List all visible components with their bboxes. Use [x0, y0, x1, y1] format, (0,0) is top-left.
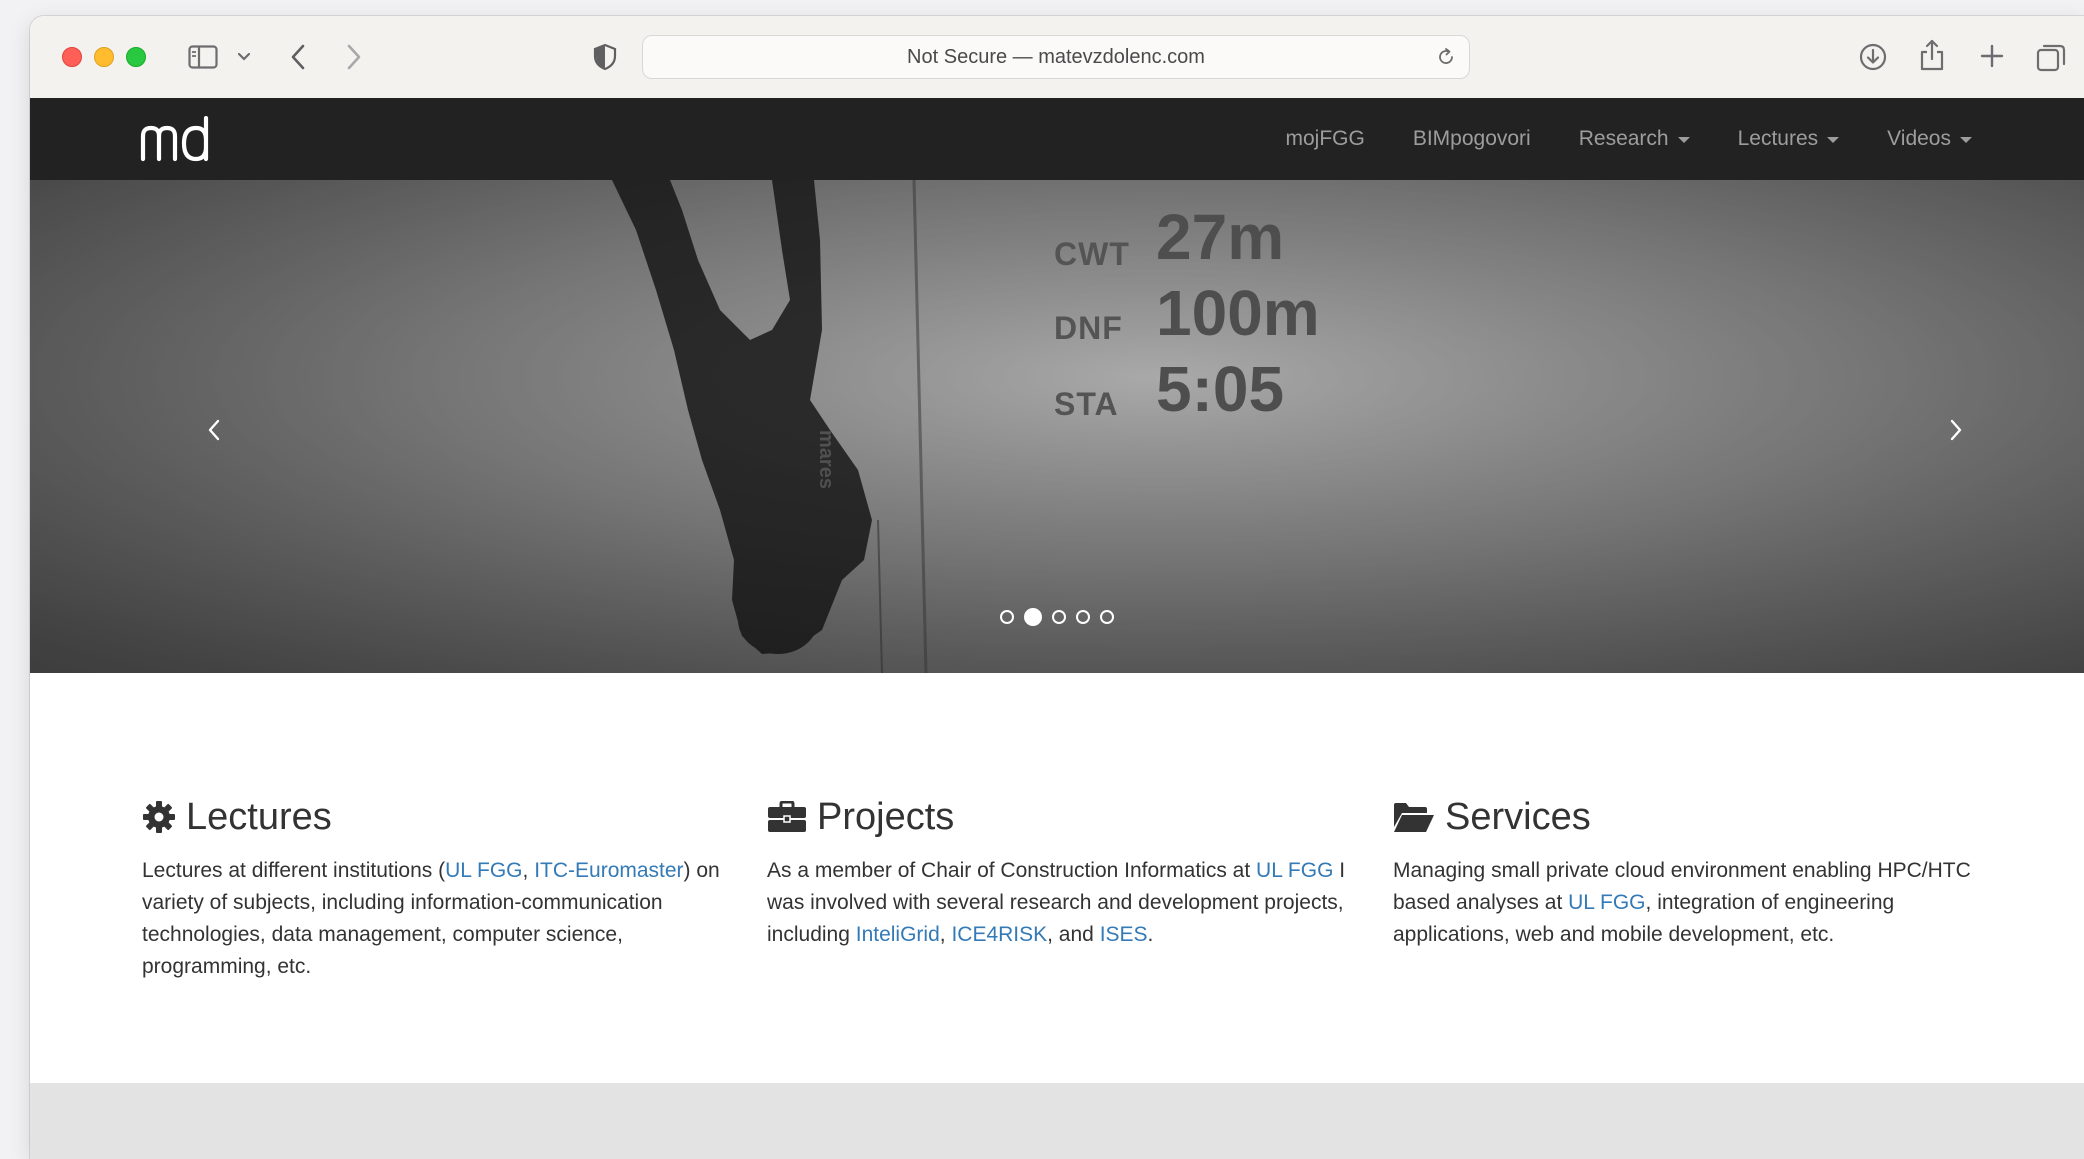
site-navbar: md mojFGG BIMpogovori Research Lectures … — [30, 98, 2084, 181]
link-ises[interactable]: ISES — [1100, 923, 1148, 946]
new-tab-plus-icon[interactable] — [1976, 40, 2008, 72]
carousel-next-button[interactable] — [1926, 400, 1986, 460]
address-bar[interactable]: Not Secure — matevzdolenc.com — [642, 35, 1470, 79]
services-column: Services Managing small private cloud en… — [1393, 793, 1983, 951]
share-icon[interactable] — [1916, 36, 1948, 74]
md-logo-mark: md — [140, 115, 209, 162]
sta-label: STA — [1054, 386, 1119, 422]
zoom-window-button[interactable] — [126, 47, 146, 67]
browser-window: Not Secure — matevzdolenc.com md — [30, 16, 2084, 1159]
nav-item-label: BIMpogovori — [1412, 127, 1531, 150]
lectures-title: Lectures — [186, 795, 332, 838]
carousel-indicator-4[interactable] — [1076, 610, 1090, 624]
downloads-icon[interactable] — [1856, 40, 1890, 74]
link-itc-euromaster[interactable]: ITC-Euromaster — [534, 859, 683, 882]
services-title: Services — [1445, 795, 1591, 838]
nav-item-label: Lectures — [1737, 127, 1819, 150]
sidebar-toggle-icon[interactable] — [186, 42, 220, 72]
reload-icon[interactable] — [1435, 46, 1457, 68]
carousel-indicator-5[interactable] — [1100, 610, 1114, 624]
hero-carousel: mares CWT 27m DNF 100m STA 5:05 — [30, 180, 2084, 673]
privacy-shield-icon[interactable] — [590, 42, 620, 72]
projects-description: As a member of Chair of Construction Inf… — [767, 855, 1357, 951]
link-inteligrid[interactable]: InteliGrid — [856, 923, 940, 946]
url-text: Not Secure — matevzdolenc.com — [907, 46, 1205, 68]
cwt-label: CWT — [1054, 236, 1130, 272]
carousel-indicator-1[interactable] — [1000, 610, 1014, 624]
text-segment: , — [939, 923, 952, 946]
nav-item-bimpogovori[interactable]: BIMpogovori — [1413, 127, 1531, 151]
nav-item-research[interactable]: Research — [1579, 127, 1690, 151]
tab-overview-icon[interactable] — [2034, 40, 2068, 74]
carousel-indicator-2[interactable] — [1024, 608, 1042, 626]
chevron-left-icon — [208, 419, 220, 441]
dnf-value: 100m — [1156, 277, 1320, 349]
lectures-column: Lectures Lectures at different instituti… — [142, 793, 732, 983]
lectures-description: Lectures at different institutions (UL F… — [142, 855, 732, 983]
nav-item-label: Videos — [1887, 127, 1951, 150]
text-segment: . — [1147, 923, 1154, 946]
site-logo[interactable]: md — [140, 115, 214, 169]
services-description: Managing small private cloud environment… — [1393, 855, 1983, 951]
services-heading: Services — [1393, 793, 1983, 841]
text-segment: Lectures at different institutions ( — [142, 859, 446, 882]
link-ul-fgg[interactable]: UL FGG — [445, 859, 522, 882]
chevron-down-icon[interactable] — [234, 46, 254, 68]
gear-icon — [142, 800, 176, 834]
folder-open-icon — [1393, 801, 1435, 833]
link-ul-fgg[interactable]: UL FGG — [1568, 891, 1645, 914]
text-segment: , and — [1047, 923, 1100, 946]
carousel-indicators — [30, 608, 2084, 626]
carousel-prev-button[interactable] — [184, 400, 244, 460]
caret-down-icon — [1960, 137, 1972, 143]
forward-arrow-icon[interactable] — [340, 42, 368, 72]
text-segment: , — [522, 859, 535, 882]
back-arrow-icon[interactable] — [284, 42, 312, 72]
dnf-label: DNF — [1054, 310, 1123, 346]
nav-menu: mojFGG BIMpogovori Research Lectures Vid… — [1237, 98, 1972, 180]
close-window-button[interactable] — [62, 47, 82, 67]
nav-item-lectures[interactable]: Lectures — [1738, 127, 1840, 151]
caret-down-icon — [1827, 137, 1840, 143]
minimize-window-button[interactable] — [94, 47, 114, 67]
nav-item-videos[interactable]: Videos — [1887, 127, 1972, 151]
link-ice4risk[interactable]: ICE4RISK — [951, 923, 1047, 946]
browser-toolbar: Not Secure — matevzdolenc.com — [30, 16, 2084, 99]
chevron-right-icon — [1950, 419, 1962, 441]
briefcase-icon — [767, 801, 807, 833]
lectures-heading: Lectures — [142, 793, 732, 841]
link-ul-fgg[interactable]: UL FGG — [1256, 859, 1333, 882]
nav-item-label: Research — [1578, 127, 1669, 150]
projects-column: Projects As a member of Chair of Constru… — [767, 793, 1357, 951]
footer-band — [30, 1083, 2084, 1159]
projects-heading: Projects — [767, 793, 1357, 841]
nav-item-mojfgg[interactable]: mojFGG — [1285, 127, 1364, 151]
features-section: Lectures Lectures at different instituti… — [30, 673, 2084, 1083]
text-segment: As a member of Chair of Construction Inf… — [767, 859, 1257, 882]
projects-title: Projects — [817, 795, 955, 838]
nav-item-label: mojFGG — [1285, 127, 1365, 150]
carousel-indicator-3[interactable] — [1052, 610, 1066, 624]
caret-down-icon — [1677, 137, 1690, 143]
cwt-value: 27m — [1156, 201, 1285, 273]
sta-value: 5:05 — [1156, 353, 1285, 425]
